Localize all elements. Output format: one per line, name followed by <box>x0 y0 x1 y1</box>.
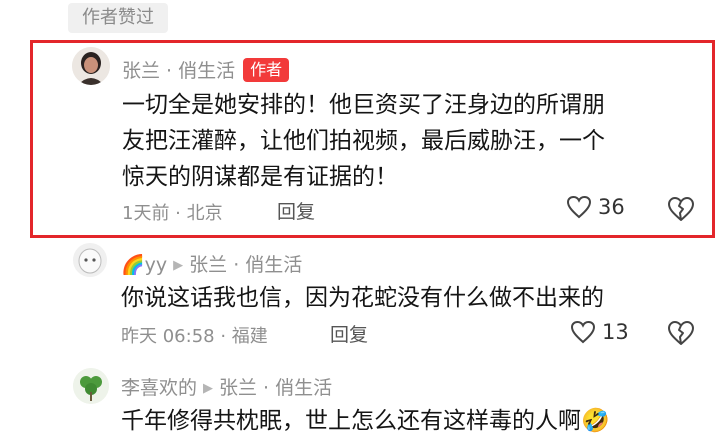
reply-arrow-icon: ▶ <box>173 258 184 273</box>
like-count: 36 <box>598 195 625 219</box>
like-count: 13 <box>602 320 629 344</box>
reply-to-user[interactable]: 张兰 · 俏生活 <box>189 254 302 276</box>
author-badge: 作者 <box>243 58 290 82</box>
heart-icon <box>566 195 592 219</box>
avatar[interactable] <box>73 243 107 277</box>
broken-heart-icon <box>668 321 694 345</box>
avatar[interactable] <box>73 368 109 404</box>
reply-button[interactable]: 回复 <box>277 197 315 224</box>
heart-icon <box>570 320 596 344</box>
username[interactable]: 李喜欢的 <box>121 377 197 399</box>
comment-line: 友把汪灌醉，让他们拍视频，最后威胁汪，一个 <box>122 128 605 154</box>
comment-line: 惊天的阴谋都是有证据的！ <box>122 164 398 190</box>
comment-text: 一切全是她安排的！他巨资买了汪身边的所谓朋 友把汪灌醉，让他们拍视频，最后威胁汪… <box>122 87 605 195</box>
like-button[interactable]: 13 <box>570 320 629 344</box>
username[interactable]: 张兰 · 俏生活 <box>122 60 235 82</box>
dislike-button[interactable] <box>667 320 695 350</box>
avatar-clover-icon <box>73 368 109 404</box>
reply-button[interactable]: 回复 <box>330 320 368 347</box>
comment-author[interactable]: 张兰 · 俏生活 作者 <box>122 56 290 83</box>
like-button[interactable]: 36 <box>566 195 625 219</box>
avatar-cartoon-icon <box>73 243 107 277</box>
dislike-button[interactable] <box>667 196 695 226</box>
comment-author[interactable]: 李喜欢的 ▶ 张兰 · 俏生活 <box>121 373 332 400</box>
reply-arrow-icon: ▶ <box>203 381 214 396</box>
comment-line: 一切全是她安排的！他巨资买了汪身边的所谓朋 <box>122 92 605 118</box>
comment-line: 你说这话我也信，因为花蛇没有什么做不出来的 <box>121 285 604 311</box>
avatar-woman-icon <box>72 47 110 85</box>
liked-by-author-label: 作者赞过 <box>68 3 168 33</box>
reply-to-user[interactable]: 张兰 · 俏生活 <box>219 377 332 399</box>
broken-heart-icon <box>668 197 694 221</box>
time-location: 1天前 · 北京 <box>122 203 223 224</box>
username[interactable]: 🌈yy <box>121 254 167 276</box>
comment-text: 千年修得共枕眠，世上怎么还有这样毒的人啊🤣 <box>121 403 610 439</box>
avatar[interactable] <box>72 47 110 85</box>
comment-text: 你说这话我也信，因为花蛇没有什么做不出来的 <box>121 280 604 316</box>
comment-line: 千年修得共枕眠，世上怎么还有这样毒的人啊🤣 <box>121 408 610 434</box>
time-location: 昨天 06:58 · 福建 <box>121 326 268 347</box>
comment-author[interactable]: 🌈yy ▶ 张兰 · 俏生活 <box>121 250 302 277</box>
